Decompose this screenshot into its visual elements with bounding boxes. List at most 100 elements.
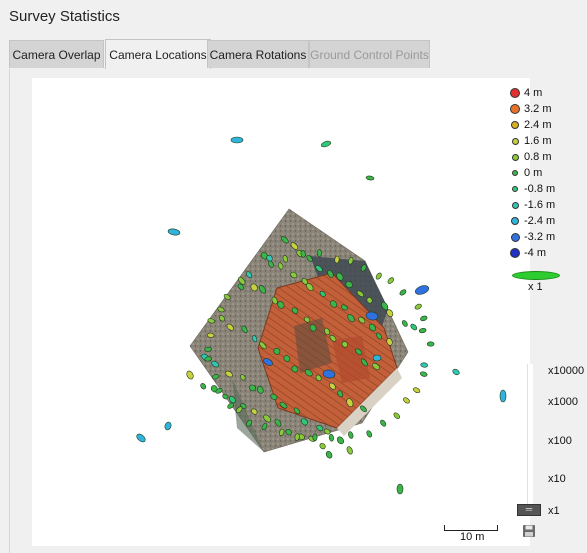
camera-marker-icon[interactable] bbox=[277, 262, 284, 270]
camera-marker-icon[interactable] bbox=[315, 374, 322, 382]
camera-marker-icon[interactable] bbox=[261, 422, 268, 431]
camera-marker-icon[interactable] bbox=[328, 382, 337, 391]
camera-marker-icon[interactable] bbox=[359, 405, 367, 413]
camera-marker-icon[interactable] bbox=[211, 373, 220, 380]
camera-marker-icon[interactable] bbox=[355, 348, 363, 356]
camera-marker-icon[interactable] bbox=[336, 436, 345, 446]
tab-camera-rotations[interactable]: Camera Rotations bbox=[207, 40, 309, 68]
camera-marker-icon[interactable] bbox=[386, 337, 394, 346]
camera-marker-icon[interactable] bbox=[341, 340, 349, 348]
camera-marker-icon[interactable] bbox=[279, 401, 288, 409]
camera-marker-icon[interactable] bbox=[218, 315, 226, 323]
camera-marker-icon[interactable] bbox=[393, 412, 401, 420]
camera-marker-icon[interactable] bbox=[245, 419, 253, 427]
camera-marker-icon[interactable] bbox=[319, 290, 326, 297]
camera-marker-icon[interactable] bbox=[360, 264, 367, 272]
camera-marker-icon[interactable] bbox=[167, 228, 181, 236]
camera-marker-icon[interactable] bbox=[420, 362, 428, 368]
tab-camera-locations[interactable]: Camera Locations bbox=[105, 39, 211, 69]
camera-marker-icon[interactable] bbox=[366, 430, 373, 438]
camera-marker-icon[interactable] bbox=[135, 432, 147, 443]
camera-marker-icon[interactable] bbox=[290, 365, 299, 374]
camera-marker-icon[interactable] bbox=[226, 323, 235, 332]
camera-marker-icon[interactable] bbox=[329, 299, 338, 308]
camera-marker-icon[interactable] bbox=[375, 332, 383, 340]
camera-marker-icon[interactable] bbox=[322, 369, 336, 379]
camera-marker-icon[interactable] bbox=[303, 316, 311, 324]
camera-marker-icon[interactable] bbox=[452, 368, 461, 376]
camera-marker-icon[interactable] bbox=[222, 393, 230, 400]
camera-marker-icon[interactable] bbox=[335, 272, 344, 282]
save-icon[interactable] bbox=[522, 524, 536, 538]
camera-marker-icon[interactable] bbox=[365, 311, 379, 321]
camera-marker-icon[interactable] bbox=[283, 354, 291, 362]
camera-marker-icon[interactable] bbox=[272, 347, 281, 356]
camera-marker-icon[interactable] bbox=[387, 277, 395, 285]
camera-marker-icon[interactable] bbox=[249, 283, 258, 293]
camera-marker-icon[interactable] bbox=[282, 255, 288, 263]
camera-marker-icon[interactable] bbox=[206, 332, 215, 338]
camera-marker-icon[interactable] bbox=[346, 446, 354, 455]
camera-marker-icon[interactable] bbox=[293, 407, 301, 415]
camera-marker-icon[interactable] bbox=[290, 241, 299, 251]
camera-marker-icon[interactable] bbox=[323, 327, 330, 336]
camera-marker-icon[interactable] bbox=[200, 382, 207, 390]
camera-marker-icon[interactable] bbox=[230, 136, 244, 144]
camera-marker-icon[interactable] bbox=[294, 433, 300, 441]
camera-marker-icon[interactable] bbox=[334, 255, 340, 264]
camera-marker-icon[interactable] bbox=[280, 235, 290, 244]
camera-marker-icon[interactable] bbox=[279, 428, 285, 437]
camera-marker-icon[interactable] bbox=[396, 483, 404, 495]
camera-marker-icon[interactable] bbox=[239, 374, 246, 381]
camera-marker-icon[interactable] bbox=[185, 370, 194, 380]
camera-marker-icon[interactable] bbox=[217, 306, 225, 313]
camera-marker-icon[interactable] bbox=[258, 284, 267, 294]
camera-marker-icon[interactable] bbox=[399, 289, 407, 297]
camera-marker-icon[interactable] bbox=[291, 307, 299, 315]
camera-marker-icon[interactable] bbox=[262, 357, 274, 367]
camera-marker-icon[interactable] bbox=[329, 334, 337, 342]
camera-marker-icon[interactable] bbox=[356, 290, 365, 298]
camera-marker-icon[interactable] bbox=[289, 271, 298, 279]
camera-marker-icon[interactable] bbox=[204, 346, 212, 352]
camera-marker-icon[interactable] bbox=[420, 315, 428, 322]
camera-marker-icon[interactable] bbox=[420, 371, 428, 377]
camera-marker-icon[interactable] bbox=[224, 370, 233, 378]
camera-marker-icon[interactable] bbox=[426, 341, 435, 347]
camera-marker-icon[interactable] bbox=[262, 414, 272, 424]
camera-marker-icon[interactable] bbox=[258, 341, 267, 350]
camera-marker-icon[interactable] bbox=[323, 428, 331, 435]
camera-marker-icon[interactable] bbox=[366, 296, 374, 304]
camera-marker-icon[interactable] bbox=[327, 269, 335, 278]
camera-marker-icon[interactable] bbox=[325, 450, 333, 459]
camera-marker-icon[interactable] bbox=[270, 393, 278, 401]
camera-marker-icon[interactable] bbox=[316, 249, 322, 257]
camera-marker-icon[interactable] bbox=[413, 387, 421, 394]
camera-marker-icon[interactable] bbox=[346, 313, 355, 323]
camera-marker-icon[interactable] bbox=[371, 362, 381, 371]
camera-marker-icon[interactable] bbox=[304, 368, 314, 377]
camera-marker-icon[interactable] bbox=[410, 323, 418, 331]
camera-marker-icon[interactable] bbox=[207, 318, 215, 324]
camera-marker-icon[interactable] bbox=[348, 257, 354, 265]
camera-marker-icon[interactable] bbox=[248, 384, 257, 393]
camera-marker-icon[interactable] bbox=[414, 284, 430, 296]
camera-marker-icon[interactable] bbox=[337, 390, 344, 398]
camera-marker-icon[interactable] bbox=[252, 335, 258, 343]
camera-marker-icon[interactable] bbox=[316, 424, 324, 432]
camera-marker-icon[interactable] bbox=[315, 264, 324, 272]
camera-marker-icon[interactable] bbox=[340, 304, 348, 311]
camera-marker-icon[interactable] bbox=[499, 389, 507, 403]
camera-marker-icon[interactable] bbox=[348, 431, 354, 439]
camera-marker-icon[interactable] bbox=[360, 358, 369, 367]
camera-marker-icon[interactable] bbox=[402, 397, 410, 405]
camera-marker-icon[interactable] bbox=[375, 272, 383, 280]
camera-marker-icon[interactable] bbox=[309, 323, 318, 332]
camera-marker-icon[interactable] bbox=[245, 271, 253, 279]
camera-location-map[interactable] bbox=[32, 78, 530, 546]
camera-marker-icon[interactable] bbox=[250, 408, 258, 416]
camera-marker-icon[interactable] bbox=[379, 419, 387, 427]
camera-marker-icon[interactable] bbox=[211, 360, 220, 368]
camera-marker-icon[interactable] bbox=[328, 433, 334, 442]
camera-marker-icon[interactable] bbox=[319, 442, 327, 450]
